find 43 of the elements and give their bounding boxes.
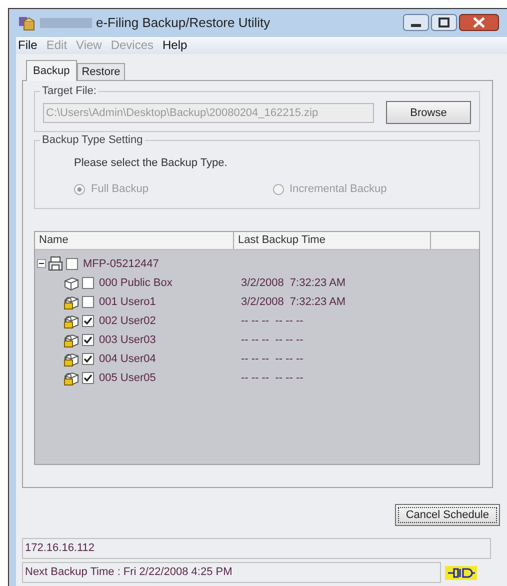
app-icon bbox=[18, 14, 36, 31]
box-name[interactable]: 002 User02 bbox=[99, 314, 156, 326]
backup-time: 3/2/2008 7:32:23 AM bbox=[241, 276, 346, 288]
tab[interactable]: Backup bbox=[26, 60, 77, 81]
backup-time: 3/2/2008 7:32:23 AM bbox=[241, 296, 346, 308]
column-header[interactable]: Name bbox=[35, 232, 234, 249]
checkbox[interactable] bbox=[82, 276, 94, 288]
radio-label: Incremental Backup bbox=[290, 183, 387, 195]
group-label: Backup Type Setting bbox=[40, 134, 145, 146]
close-button[interactable] bbox=[459, 14, 499, 32]
status-text: Next Backup Time : Fri 2/22/2008 4:25 PM bbox=[22, 562, 441, 583]
device-name[interactable]: MFP-05212447 bbox=[83, 258, 159, 270]
menu-item[interactable]: File bbox=[18, 38, 38, 52]
menu-item[interactable]: Help bbox=[162, 38, 188, 52]
backup-time: -- -- -- -- -- -- bbox=[241, 334, 304, 346]
backup-time: -- -- -- -- -- -- bbox=[241, 314, 304, 326]
box-name[interactable]: 001 Usero1 bbox=[99, 296, 156, 308]
tab[interactable]: Restore bbox=[76, 63, 126, 80]
radio-label: Full Backup bbox=[91, 183, 148, 195]
instruction-text: Please select the Backup Type. bbox=[73, 156, 228, 169]
backup-time: -- -- -- -- -- -- bbox=[241, 352, 304, 364]
box-name[interactable]: 005 User05 bbox=[99, 372, 156, 384]
maximize-button[interactable] bbox=[431, 14, 457, 32]
box-name[interactable]: 003 User03 bbox=[99, 334, 156, 346]
checkbox[interactable] bbox=[82, 296, 94, 308]
box-name[interactable]: 000 Public Box bbox=[99, 276, 172, 288]
browse-button[interactable]: Browse bbox=[386, 101, 471, 124]
checkbox[interactable] bbox=[66, 258, 78, 270]
checkbox-checked[interactable] bbox=[82, 352, 94, 364]
group-label: Target File: bbox=[40, 85, 98, 97]
checkbox-checked[interactable] bbox=[82, 314, 94, 326]
minimize-button[interactable] bbox=[403, 14, 429, 32]
redacted-text bbox=[40, 18, 92, 28]
cancel-schedule-button[interactable]: Cancel Schedule bbox=[394, 504, 500, 526]
checkbox-checked[interactable] bbox=[82, 372, 94, 384]
column-header[interactable]: Last Backup Time bbox=[234, 232, 431, 249]
window-title: e-Filing Backup/Restore Utility bbox=[96, 15, 272, 30]
collapse-icon[interactable] bbox=[37, 259, 46, 268]
printer-icon bbox=[48, 256, 64, 272]
backup-time: -- -- -- -- -- -- bbox=[241, 372, 304, 384]
address-field: 172.16.16.112 bbox=[22, 538, 491, 559]
box-name[interactable]: 004 User04 bbox=[99, 352, 156, 364]
checkbox-checked[interactable] bbox=[82, 334, 94, 346]
